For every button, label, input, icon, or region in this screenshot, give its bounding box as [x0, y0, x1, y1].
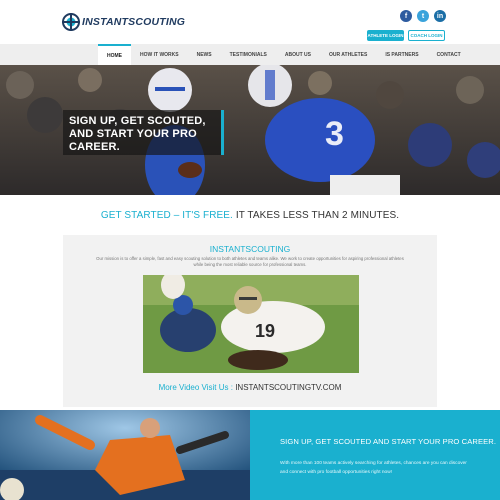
get-started-highlight[interactable]: GET STARTED – IT'S FREE.	[101, 210, 233, 221]
nav-item-is-partners[interactable]: IS PARTNERS	[376, 44, 427, 65]
mission-text: Our mission is to offer a simple, fast a…	[96, 256, 404, 267]
more-video-line: More Video Visit Us : INSTANTSCOUTINGTV.…	[63, 383, 437, 392]
get-started-rest: IT TAKES LESS THAN 2 MINUTES.	[232, 210, 400, 221]
nav-items: HOME HOW IT WORKS NEWS TESTIMONIALS ABOU…	[98, 44, 470, 65]
hero-line-1: SIGN UP, GET SCOUTED,	[69, 115, 206, 127]
nav-item-how-it-works[interactable]: HOW IT WORKS	[131, 44, 188, 65]
login-buttons: ATHLETE LOGIN COACH LOGIN	[367, 30, 445, 41]
social-links: f t in	[400, 10, 446, 22]
get-started-heading: GET STARTED – IT'S FREE. IT TAKES LESS T…	[0, 210, 500, 221]
hero-accent-bar	[221, 110, 224, 155]
signup-cta: SIGN UP, GET SCOUTED AND START YOUR PRO …	[250, 410, 500, 500]
bottom-photo	[0, 410, 250, 500]
site-header: INSTANTSCOUTING f t in ATHLETE LOGIN COA…	[0, 0, 500, 44]
cta-text: With more than 100 teams actively search…	[280, 461, 467, 475]
logo-text: INSTANTSCOUTING	[82, 16, 186, 28]
twitter-icon[interactable]: t	[417, 10, 429, 22]
nav-item-news[interactable]: NEWS	[188, 44, 221, 65]
more-video-link[interactable]: INSTANTSCOUTINGTV.COM	[233, 383, 341, 392]
nav-item-about-us[interactable]: ABOUT US	[276, 44, 320, 65]
bottom-section: SIGN UP, GET SCOUTED AND START YOUR PRO …	[0, 410, 500, 500]
logo-icon	[62, 13, 80, 31]
soccer-player-image	[0, 410, 250, 500]
nav-item-testimonials[interactable]: TESTIMONIALS	[221, 44, 276, 65]
video-thumbnail: 19	[143, 275, 359, 373]
coach-login-button[interactable]: COACH LOGIN	[408, 30, 445, 41]
more-video-label: More Video Visit Us :	[158, 383, 233, 392]
facebook-icon[interactable]: f	[400, 10, 412, 22]
nav-item-contact[interactable]: CONTACT	[428, 44, 470, 65]
hero-caption: SIGN UP, GET SCOUTED, AND START YOUR PRO…	[63, 110, 221, 155]
main-nav: HOME HOW IT WORKS NEWS TESTIMONIALS ABOU…	[0, 44, 500, 65]
svg-text:3: 3	[325, 115, 344, 153]
linkedin-icon[interactable]: in	[434, 10, 446, 22]
section-title: INSTANTSCOUTING	[209, 244, 291, 254]
intro-section: INSTANTSCOUTING Our mission is to offer …	[63, 235, 437, 407]
hero-line-2: AND START YOUR PRO CAREER.	[69, 128, 197, 153]
logo[interactable]: INSTANTSCOUTING	[62, 12, 185, 32]
nav-item-our-athletes[interactable]: OUR ATHLETES	[320, 44, 376, 65]
video-player[interactable]: 19	[143, 275, 359, 373]
nav-item-home[interactable]: HOME	[98, 44, 131, 65]
svg-text:19: 19	[255, 321, 275, 341]
cta-title: SIGN UP, GET SCOUTED AND START YOUR PRO …	[280, 437, 497, 446]
athlete-login-button[interactable]: ATHLETE LOGIN	[367, 30, 404, 41]
